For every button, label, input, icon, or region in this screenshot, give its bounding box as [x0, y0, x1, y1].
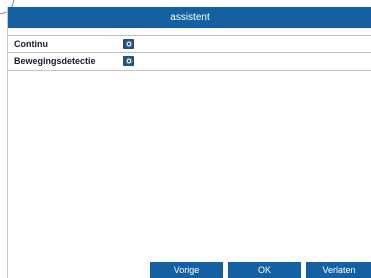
- button-bar: Vorige OK Verlaten: [8, 262, 371, 278]
- wizard-dialog: assistent Continu Bewegingsdetectie Vori…: [7, 7, 371, 278]
- schedule-row-motion: Bewegingsdetectie: [8, 53, 371, 71]
- ok-button[interactable]: OK: [228, 262, 301, 278]
- dialog-title: assistent: [8, 7, 371, 28]
- gear-icon: [125, 40, 132, 48]
- schedule-row-continuous: Continu: [8, 35, 371, 53]
- schedule-row-label: Bewegingsdetectie: [14, 56, 96, 66]
- exit-button[interactable]: Verlaten: [306, 262, 371, 278]
- schedule-row-label: Continu: [14, 39, 48, 49]
- motion-settings-button[interactable]: [123, 56, 134, 66]
- previous-button[interactable]: Vorige: [150, 262, 223, 278]
- gear-icon: [125, 57, 132, 65]
- screen: assistent Continu Bewegingsdetectie Vori…: [0, 0, 371, 278]
- continuous-settings-button[interactable]: [123, 39, 134, 49]
